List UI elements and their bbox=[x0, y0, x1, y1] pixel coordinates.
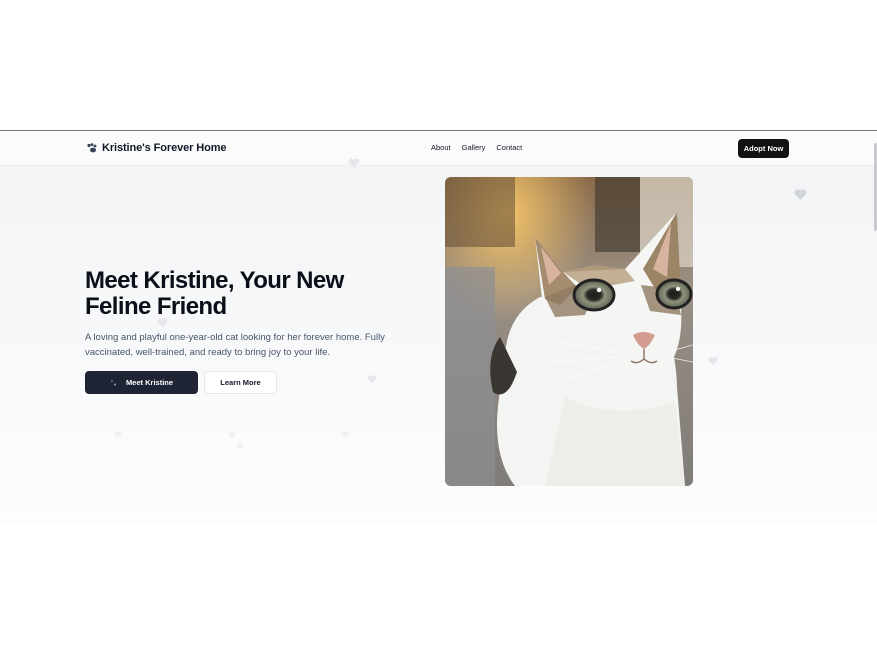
nav-link-about[interactable]: About bbox=[431, 143, 451, 152]
heart-icon bbox=[367, 375, 377, 384]
hero-section: Meet Kristine, Your New Feline Friend A … bbox=[0, 158, 877, 525]
heart-icon bbox=[228, 432, 236, 439]
heart-icon bbox=[348, 158, 360, 168]
heart-icon bbox=[114, 431, 122, 438]
heart-icon bbox=[341, 431, 349, 438]
meet-kristine-label: Meet Kristine bbox=[125, 378, 174, 387]
heart-icon bbox=[708, 357, 718, 366]
nav-links: About Gallery Contact bbox=[431, 143, 522, 152]
paw-icon bbox=[87, 143, 97, 153]
top-navbar: Kristine's Forever Home About Gallery Co… bbox=[0, 130, 877, 166]
brand-logo[interactable]: Kristine's Forever Home bbox=[86, 142, 227, 154]
page-frame: Kristine's Forever Home About Gallery Co… bbox=[0, 130, 877, 525]
heart-icon bbox=[157, 318, 168, 328]
learn-more-button[interactable]: Learn More bbox=[204, 371, 277, 394]
cat-photo bbox=[445, 177, 693, 486]
hero-description: A loving and playful one-year-old cat lo… bbox=[85, 332, 385, 358]
heart-icon bbox=[236, 443, 244, 450]
adopt-now-button[interactable]: Adopt Now bbox=[738, 139, 789, 158]
brand-name: Kristine's Forever Home bbox=[102, 142, 227, 154]
nav-link-contact[interactable]: Contact bbox=[496, 143, 522, 152]
heart-icon bbox=[794, 189, 807, 200]
meet-kristine-button[interactable]: Meet Kristine bbox=[85, 371, 198, 394]
hero-title: Meet Kristine, Your New Feline Friend bbox=[85, 267, 344, 320]
nav-link-gallery[interactable]: Gallery bbox=[462, 143, 486, 152]
paw-icon bbox=[111, 379, 116, 385]
